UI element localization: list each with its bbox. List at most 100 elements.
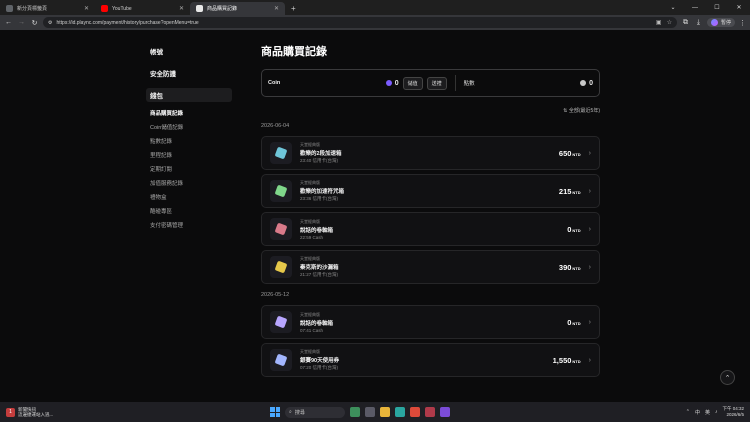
purchase-meta: 23:36 信用卡(台灣): [300, 196, 339, 201]
chevron-right-icon: ›: [588, 149, 591, 157]
currency: NTD: [572, 265, 581, 271]
language-indicator[interactable]: 中: [695, 409, 700, 416]
shop-name: 天堂經典版: [300, 142, 320, 147]
address-bar[interactable]: ⚙ https://id.plaync.com/payment/history/…: [43, 17, 677, 28]
tab-youtube[interactable]: YouTube ✕: [95, 2, 190, 15]
sidebar-item-payment-password[interactable]: 支付密碼管理: [146, 218, 232, 232]
purchase-item[interactable]: 天堂經典版 秦克斯的沙漏箱 21:27 信用卡(台灣) 390NTD ›: [261, 250, 600, 284]
purchase-item[interactable]: 天堂經典版 說話的卷軸箱 22:59 Cash 0NTD ›: [261, 212, 600, 246]
clock-date: 2026/6/5: [726, 412, 744, 417]
windows-start-icon[interactable]: [270, 407, 280, 417]
volume-icon[interactable]: ♪: [715, 409, 718, 415]
clock[interactable]: 下午 04:32 2026/6/5: [722, 406, 744, 418]
news-widget[interactable]: 1 新聞快訊 這邊捷運站入逃...: [0, 407, 120, 418]
amount-value: 390: [558, 262, 572, 272]
purchase-item[interactable]: 天堂經典版 歡樂的加速符咒箱 23:36 信用卡(台灣) 215NTD ›: [261, 174, 600, 208]
url-text[interactable]: https://id.plaync.com/payment/history/pu…: [56, 20, 651, 26]
tray-overflow-icon[interactable]: ⌃: [686, 409, 690, 415]
sidebar-item-mileage[interactable]: 里程記錄: [146, 148, 232, 162]
site-info-icon[interactable]: ⚙: [48, 20, 52, 26]
sidebar-item-account[interactable]: 帳號: [146, 40, 232, 62]
sidebar-item-coupons[interactable]: 酷碰專區: [146, 204, 232, 218]
sidebar-item-points[interactable]: 點數記錄: [146, 134, 232, 148]
purchase-item[interactable]: 天堂經典版 歡樂的2段加速箱 23:40 信用卡(台灣) 650NTD ›: [261, 136, 600, 170]
purchase-item[interactable]: 天堂經典版 說話的卷軸箱 07:41 Cash 0NTD ›: [261, 305, 600, 339]
tab-purchase-history[interactable]: 商品購買記錄 ✕: [190, 2, 285, 15]
product-icon: [274, 222, 288, 236]
browser-menu-icon[interactable]: ⋮: [739, 19, 746, 27]
topup-button[interactable]: 儲值: [402, 76, 423, 90]
gift-button[interactable]: 送禮: [426, 76, 447, 90]
minimize-button[interactable]: —: [684, 0, 706, 15]
tab-new-tab[interactable]: 新分頁標籤頁 ✕: [0, 2, 95, 15]
coin-icon: [385, 80, 392, 86]
close-icon[interactable]: ✕: [179, 5, 184, 12]
file-explorer-icon[interactable]: [380, 407, 390, 417]
purchase-meta: 23:40 信用卡(台灣): [300, 158, 339, 163]
sidebar-item-addon-services[interactable]: 加值服務記錄: [146, 176, 232, 190]
downloads-icon[interactable]: ⤓: [694, 19, 703, 27]
sidebar-item-subscription[interactable]: 定期訂閱: [146, 162, 232, 176]
tab-search-icon[interactable]: ⌄: [662, 0, 684, 15]
product-name: 歡樂的2段加速箱: [300, 151, 342, 157]
widgets-icon[interactable]: [350, 407, 360, 417]
sidebar-item-purchase-history[interactable]: 商品購買記錄: [146, 106, 232, 120]
scroll-to-top-button[interactable]: ⌃: [720, 370, 735, 385]
ime-indicator[interactable]: 英: [705, 409, 710, 416]
forward-button[interactable]: →: [17, 19, 26, 26]
amount-value: 215: [558, 186, 572, 196]
tab-label: 商品購買記錄: [207, 6, 238, 12]
purchase-item[interactable]: 天堂經典版 銀賽90天使用券 07:20 信用卡(台灣) 1,550NTD ›: [261, 343, 600, 377]
purchase-list: 2026-06-04 天堂經典版 歡樂的2段加速箱 23:40 信用卡(台灣) …: [261, 120, 600, 377]
maximize-button[interactable]: ☐: [706, 0, 728, 15]
main-panel: 商品購買記錄 Coin 0 儲值 送禮 點數 0 ⇅ 全部(最近5年) 2026…: [261, 40, 600, 377]
sidebar-item-security[interactable]: 安全防護: [146, 62, 232, 84]
product-name: 說話的卷軸箱: [300, 227, 334, 234]
edge-icon[interactable]: [395, 407, 405, 417]
currency: NTD: [572, 227, 581, 233]
close-icon[interactable]: ✕: [84, 5, 89, 12]
profile-label: 暫停: [720, 20, 731, 26]
points-balance: 0: [580, 80, 593, 87]
news-subtitle: 這邊捷運站入逃...: [18, 412, 54, 417]
taskbar-search[interactable]: ⌕ 搜尋: [285, 406, 345, 418]
product-thumbnail: [270, 349, 292, 371]
coin-label: Coin: [268, 80, 281, 86]
purchase-amount: 0NTD: [567, 318, 580, 327]
purchase-amount: 0NTD: [567, 225, 580, 234]
game-app-icon[interactable]: [425, 407, 435, 417]
screenshot-icon[interactable]: ▣: [656, 19, 662, 26]
close-icon[interactable]: ✕: [274, 5, 279, 12]
task-view-icon[interactable]: [365, 407, 375, 417]
period-filter[interactable]: ⇅ 全部(最近5年): [261, 107, 600, 115]
reload-button[interactable]: ↻: [30, 19, 39, 27]
new-tab-button[interactable]: +: [285, 2, 302, 15]
product-name: 說話的卷軸箱: [300, 320, 334, 327]
bookmark-star-icon[interactable]: ☆: [667, 19, 672, 26]
amount-value: 1,550: [552, 355, 572, 365]
sidebar-item-gift-box[interactable]: 禮物盒: [146, 190, 232, 204]
shop-name: 天堂經典版: [300, 218, 320, 224]
sidebar-item-wallet[interactable]: 錢包: [146, 88, 232, 102]
back-button[interactable]: ←: [4, 19, 13, 26]
purchase-date-header: 2026-06-04: [261, 123, 290, 129]
sidebar-item-coin-topup[interactable]: Coin儲值記錄: [146, 120, 232, 134]
product-name: 秦克斯的沙漏箱: [300, 265, 339, 271]
wallet-summary: Coin 0 儲值 送禮 點數 0: [261, 69, 600, 97]
purple-app-icon[interactable]: [440, 407, 450, 417]
browser-tab-strip: 新分頁標籤頁 ✕ YouTube ✕ 商品購買記錄 ✕ + ⌄ — ☐ ✕: [0, 0, 750, 15]
chevron-right-icon: ›: [588, 263, 591, 271]
profile-button[interactable]: 暫停: [706, 18, 735, 27]
purchase-meta: 07:41 Cash: [300, 327, 324, 333]
taskbar: 1 新聞快訊 這邊捷運站入逃... ⌕ 搜尋 ⌃ 中 英 ♪ 下午 04:32 …: [0, 402, 750, 422]
chrome-icon[interactable]: [410, 407, 420, 417]
currency: NTD: [572, 320, 581, 326]
site-favicon-icon: [196, 5, 203, 12]
product-thumbnail: [270, 180, 292, 202]
close-window-button[interactable]: ✕: [728, 0, 750, 15]
points-value: 0: [589, 79, 593, 87]
product-thumbnail: [270, 218, 292, 240]
amount-value: 0: [567, 317, 572, 327]
extensions-icon[interactable]: ⧉: [681, 19, 690, 27]
avatar: [710, 19, 718, 26]
